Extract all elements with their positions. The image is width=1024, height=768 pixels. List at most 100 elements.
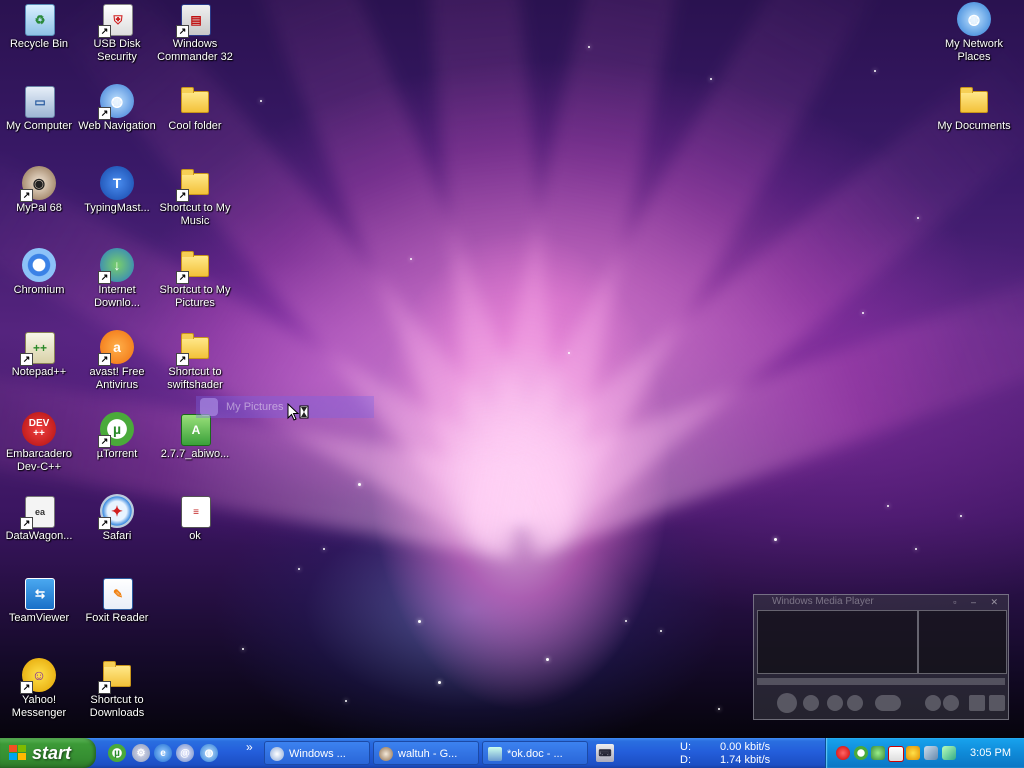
shortcut-arrow-icon: ↗ xyxy=(176,25,189,38)
ie-quicklaunch-icon[interactable]: e xyxy=(154,744,172,762)
options-button[interactable] xyxy=(925,695,941,711)
icon-label: TypingMast... xyxy=(84,202,150,214)
typingmaster-desktop-icon[interactable]: T TypingMast... xyxy=(78,166,156,215)
window-controls[interactable]: ▫ – ✕ xyxy=(953,597,1004,608)
antivirus-tray-icon[interactable] xyxy=(836,746,850,760)
shortcut-arrow-icon: ↗ xyxy=(176,353,189,366)
star xyxy=(960,515,962,517)
usb-security-tray-icon[interactable] xyxy=(888,746,904,762)
star xyxy=(260,100,262,102)
my-pictures-shortcut-desktop-icon[interactable]: ↗ Shortcut to My Pictures xyxy=(156,248,234,310)
star xyxy=(345,700,347,702)
equalizer-button[interactable] xyxy=(969,695,985,711)
ok-document-desktop-icon[interactable]: ≡ ok xyxy=(156,494,234,543)
icon-label: Embarcadero Dev-C++ xyxy=(5,448,73,473)
keyboard-icon[interactable]: ⌨ xyxy=(596,744,614,762)
shortcut-arrow-icon: ↗ xyxy=(98,517,111,530)
network-meter: U: 0.00 kbit/s D: 1.74 kbit/s xyxy=(676,740,826,766)
shield-tray-icon[interactable] xyxy=(906,746,920,760)
devcpp-desktop-icon[interactable]: DEV ++ Embarcadero Dev-C++ xyxy=(0,412,78,474)
icon-label: 2.7.7_abiwo... xyxy=(160,448,230,460)
teamviewer-desktop-icon[interactable]: ⇆ TeamViewer xyxy=(0,576,78,625)
clock[interactable]: 3:05 PM xyxy=(970,738,1011,768)
mypal-desktop-icon[interactable]: ◉ ↗ MyPal 68 xyxy=(0,166,78,215)
icon-label: DataWagon... xyxy=(5,530,73,542)
teamviewer-icon: ⇆ xyxy=(25,578,55,610)
icon-label: avast! Free Antivirus xyxy=(89,366,145,391)
usb-disk-security-desktop-icon[interactable]: ⛨ ↗ USB Disk Security xyxy=(78,2,156,64)
safari-desktop-icon[interactable]: ✦ ↗ Safari xyxy=(78,494,156,543)
internet-download-desktop-icon[interactable]: ↓ ↗ Internet Downlo... xyxy=(78,248,156,310)
star xyxy=(358,483,361,486)
star xyxy=(917,217,919,219)
swiftshader-shortcut-desktop-icon[interactable]: ↗ Shortcut to swiftshader xyxy=(156,330,234,392)
quicklaunch-overflow-chevron[interactable]: » xyxy=(246,740,253,754)
media-player-window[interactable]: Windows Media Player ▫ – ✕ xyxy=(753,594,1009,720)
recycle-bin-icon: ♻ xyxy=(25,4,55,36)
my-music-shortcut-desktop-icon[interactable]: ↗ Shortcut to My Music xyxy=(156,166,234,228)
star xyxy=(660,630,662,632)
icon-label: Safari xyxy=(102,530,132,542)
shortcut-arrow-icon: ↗ xyxy=(176,189,189,202)
playlist-button[interactable] xyxy=(989,695,1005,711)
settings-quicklaunch-icon[interactable]: ⚙ xyxy=(132,744,150,762)
icon-label: ok xyxy=(189,530,201,542)
download-tray-icon[interactable] xyxy=(871,746,885,760)
star xyxy=(915,548,917,550)
tool-tray-icon[interactable] xyxy=(942,746,956,760)
datawagon-desktop-icon[interactable]: ea ↗ DataWagon... xyxy=(0,494,78,543)
network-tray-icon[interactable] xyxy=(924,746,938,760)
star xyxy=(242,648,244,650)
stop-button[interactable] xyxy=(803,695,819,711)
taskbar-button-ok-doc[interactable]: *ok.doc - ... xyxy=(482,741,588,765)
my-network-places-desktop-icon[interactable]: ◍ My Network Places xyxy=(935,2,1013,64)
cool-folder-desktop-icon[interactable]: Cool folder xyxy=(156,84,234,133)
icon-label: Windows Commander 32 xyxy=(157,38,233,63)
chromium-desktop-icon[interactable]: Chromium xyxy=(0,248,78,297)
abiword-installer-desktop-icon[interactable]: A 2.7.7_abiwo... xyxy=(156,412,234,461)
star xyxy=(418,620,421,623)
folder-icon xyxy=(181,87,209,113)
icon-label: TeamViewer xyxy=(8,612,70,624)
utorrent-desktop-icon[interactable]: µ ↗ µTorrent xyxy=(78,412,156,461)
notepadpp-desktop-icon[interactable]: ++ ↗ Notepad++ xyxy=(0,330,78,379)
web-navigation-desktop-icon[interactable]: ◍ ↗ Web Navigation xyxy=(78,84,156,133)
my-computer-desktop-icon[interactable]: ▭ My Computer xyxy=(0,84,78,133)
yahoo-messenger-desktop-icon[interactable]: ☺ ↗ Yahoo! Messenger xyxy=(0,658,78,720)
star xyxy=(298,568,300,570)
globe-quicklaunch-icon[interactable]: ◍ xyxy=(200,744,218,762)
download-label: D: xyxy=(680,754,691,766)
utorrent-quicklaunch-icon[interactable]: µ xyxy=(108,744,126,762)
my-documents-desktop-icon[interactable]: My Documents xyxy=(935,84,1013,133)
settings-button[interactable] xyxy=(943,695,959,711)
desktop-background[interactable]: ♻ Recycle Bin ▭ My Computer ◉ ↗ MyPal 68 … xyxy=(0,0,1024,738)
taskbar-button-windows-media[interactable]: Windows ... xyxy=(264,741,370,765)
media-player-video-area[interactable] xyxy=(757,610,918,674)
media-player-playlist-area[interactable] xyxy=(918,610,1007,674)
windows-commander-desktop-icon[interactable]: ▤ ↗ Windows Commander 32 xyxy=(156,2,234,64)
taskbar-button-waltuh[interactable]: waltuh - G... xyxy=(373,741,479,765)
star xyxy=(546,658,549,661)
previous-button[interactable] xyxy=(827,695,843,711)
downloads-shortcut-desktop-icon[interactable]: ↗ Shortcut to Downloads xyxy=(78,658,156,720)
star xyxy=(568,352,570,354)
icon-label: USB Disk Security xyxy=(93,38,141,63)
recycle-bin-desktop-icon[interactable]: ♻ Recycle Bin xyxy=(0,2,78,51)
windows-flag-icon xyxy=(9,745,27,761)
icon-label: Shortcut to My Music xyxy=(159,202,231,227)
media-player-seek-bar[interactable] xyxy=(757,678,1005,685)
foxit-reader-desktop-icon[interactable]: ✎ Foxit Reader xyxy=(78,576,156,625)
icon-label: Internet Downlo... xyxy=(94,284,140,309)
next-button[interactable] xyxy=(847,695,863,711)
start-button[interactable]: start xyxy=(0,738,96,768)
typingmaster-icon: T xyxy=(100,166,134,200)
volume-button[interactable] xyxy=(875,695,901,711)
shortcut-arrow-icon: ↗ xyxy=(20,517,33,530)
avast-desktop-icon[interactable]: a ↗ avast! Free Antivirus xyxy=(78,330,156,392)
play-button[interactable] xyxy=(777,693,797,713)
utorrent-tray-icon[interactable] xyxy=(854,746,868,760)
media-player-controls[interactable] xyxy=(757,691,1005,715)
drag-ghost: My Pictures xyxy=(196,396,374,418)
outlook-quicklaunch-icon[interactable]: @ xyxy=(176,744,194,762)
chromium-icon xyxy=(22,248,56,282)
